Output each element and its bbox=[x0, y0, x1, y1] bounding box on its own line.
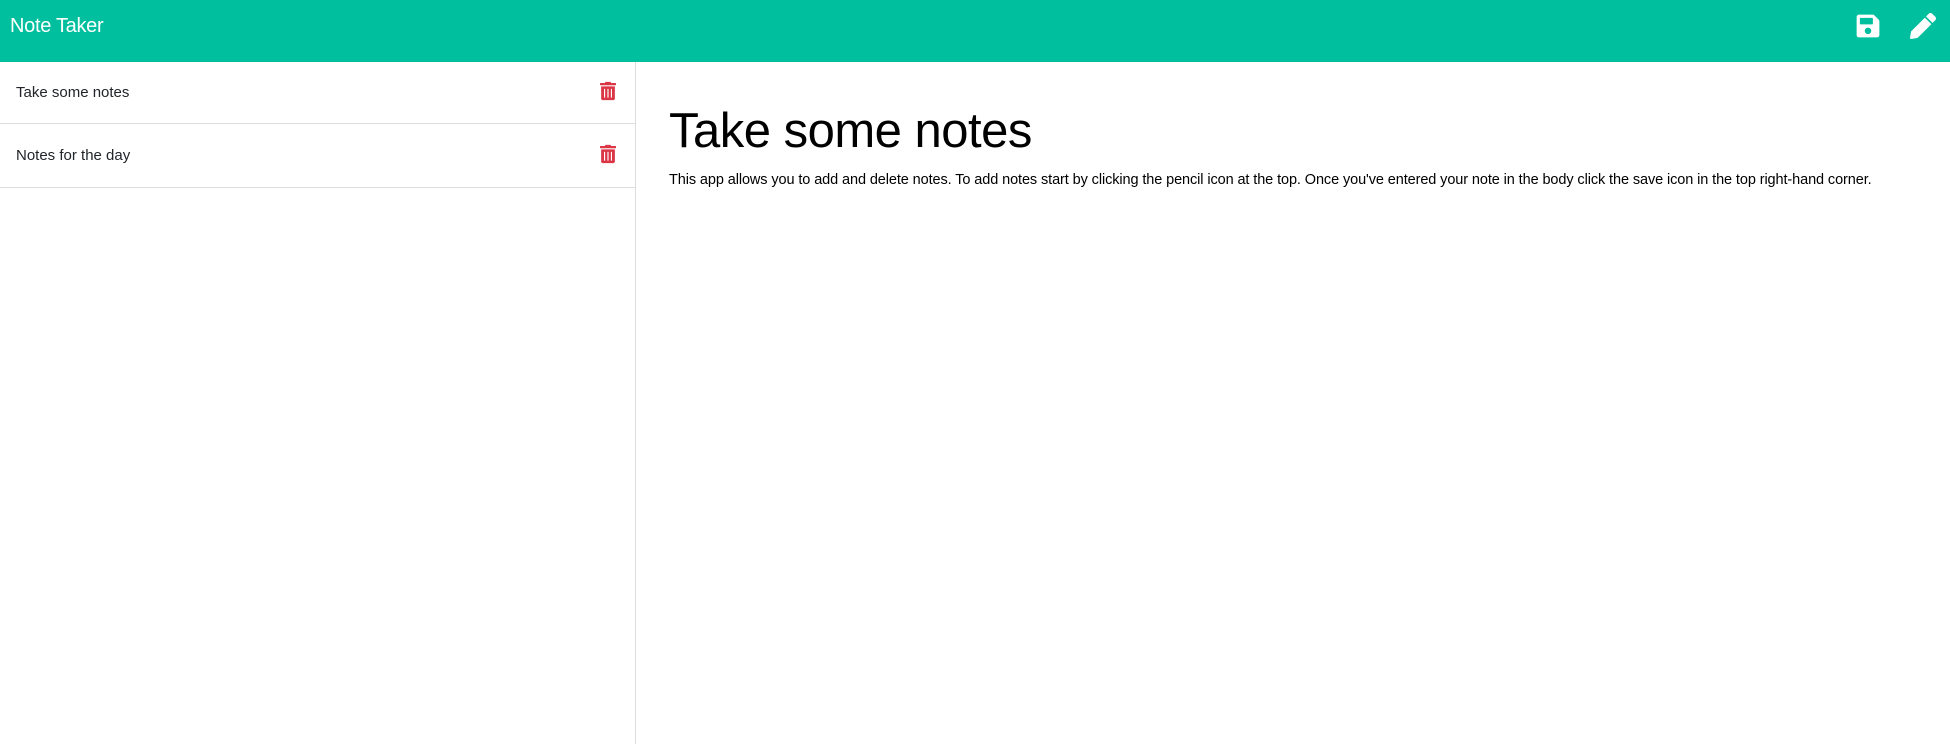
navbar: Note Taker bbox=[0, 0, 1950, 62]
notes-sidebar: Take some notes Notes for the day bbox=[0, 62, 636, 744]
note-list-item[interactable]: Notes for the day bbox=[0, 124, 635, 188]
note-editor: Take some notes This app allows you to a… bbox=[637, 62, 1950, 744]
trash-icon[interactable] bbox=[600, 144, 616, 164]
note-list-item-title[interactable]: Take some notes bbox=[16, 84, 129, 102]
save-icon-graphic bbox=[1856, 14, 1880, 38]
trash-icon-graphic bbox=[600, 144, 616, 164]
pencil-icon-graphic bbox=[1910, 13, 1936, 39]
note-title-field[interactable]: Take some notes bbox=[669, 102, 1032, 160]
note-body-field[interactable]: This app allows you to add and delete no… bbox=[669, 171, 1872, 189]
trash-icon[interactable] bbox=[600, 81, 616, 101]
note-list-item[interactable]: Take some notes bbox=[0, 62, 635, 124]
pencil-icon[interactable] bbox=[1910, 13, 1936, 39]
save-icon[interactable] bbox=[1855, 13, 1881, 39]
note-list-item-title[interactable]: Notes for the day bbox=[16, 147, 130, 165]
app-title[interactable]: Note Taker bbox=[10, 14, 104, 38]
trash-icon-graphic bbox=[600, 81, 616, 101]
